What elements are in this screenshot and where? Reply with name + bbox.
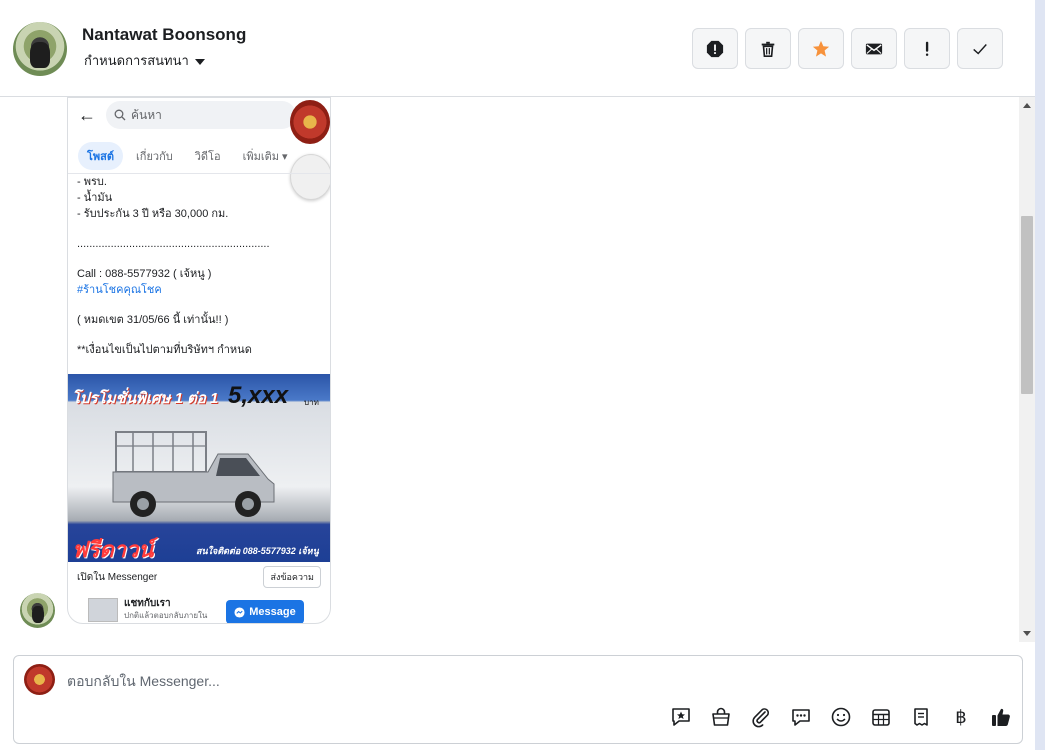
composer-toolbar: ฿ — [670, 706, 1012, 728]
saved-reply-button[interactable] — [670, 706, 692, 728]
sender-avatar — [20, 593, 55, 628]
messenger-icon — [234, 606, 245, 618]
appointment-icon — [872, 709, 890, 726]
pickup-truck-image — [112, 431, 275, 517]
report-button[interactable] — [692, 28, 738, 69]
post-line: Call : 088-5577932 ( เจ้หนู ) — [77, 268, 212, 280]
mark-done-button[interactable] — [957, 28, 1003, 69]
delete-button[interactable] — [745, 28, 791, 69]
emoji-icon — [831, 707, 851, 727]
message-chip: Message — [226, 600, 304, 623]
attach-button[interactable] — [750, 706, 772, 728]
thread-scrollbar[interactable] — [1019, 97, 1035, 642]
chat-with-us-subtitle: ปกติแล้วตอบกลับภายใน — [124, 611, 208, 620]
post-line: **เงื่อนไขเป็นไปตามที่บริษัทฯ กำหนด — [77, 344, 252, 356]
banner-baht: บาท — [304, 398, 319, 407]
like-button[interactable] — [990, 706, 1012, 728]
banner-price: 5,xxx — [228, 382, 289, 409]
message-thread[interactable]: ← ค้นหา โพสต์ เกี่ยวกับ วิดีโอ เพิ่มเติม… — [0, 97, 1035, 642]
post-line: - พรบ. — [77, 176, 107, 188]
message-chip-label: Message — [249, 606, 296, 618]
chat-with-us-row: แชทกับเรา ปกติแล้วตอบกลับภายใน Message — [68, 594, 330, 623]
image-attachment[interactable]: ← ค้นหา โพสต์ เกี่ยวกับ วิดีโอ เพิ่มเติม… — [67, 97, 331, 624]
page-avatar — [24, 664, 55, 695]
envelope-icon — [865, 43, 883, 54]
back-arrow-icon: ← — [78, 105, 96, 125]
mark-unread-button[interactable] — [851, 28, 897, 69]
scrollbar-thumb[interactable] — [1021, 216, 1033, 394]
post-line: - น้ำมัน — [77, 192, 113, 204]
attachment-topbar: ← ค้นหา — [68, 98, 330, 144]
contact-avatar[interactable] — [13, 22, 67, 76]
conversation-header: Nantawat Boonsong กำหนดการสนทนา — [0, 0, 1035, 97]
star-icon — [812, 40, 830, 57]
attachment-tab-more-label: เพิ่มเติม — [242, 150, 279, 163]
report-icon — [706, 40, 724, 57]
chat-bubbles-icon — [792, 709, 810, 726]
shop-button[interactable] — [710, 706, 732, 728]
attachment-post-text: - พรบ. - น้ำมัน - รับประกัน 3 ปี หรือ 30… — [77, 174, 325, 358]
attachment-tab-about: เกี่ยวกับ — [136, 150, 173, 163]
promo-banner-image: โปรโมชั่นพิเศษ 1 ต่อ 1 5,xxx บาท ฟรีดาวน… — [68, 374, 330, 562]
invoice-button[interactable] — [910, 706, 932, 728]
attachment-tabs: โพสต์ เกี่ยวกับ วิดีโอ เพิ่มเติม ▾ — [68, 138, 330, 174]
caret-down-icon — [194, 58, 205, 65]
reply-composer: ฿ — [13, 655, 1023, 744]
scroll-up-arrow-icon[interactable] — [1023, 103, 1031, 108]
invoice-icon — [914, 708, 928, 726]
shop-bag-icon — [712, 707, 730, 726]
attachment-search-bar: ค้นหา — [106, 101, 296, 129]
payment-button[interactable]: ฿ — [950, 706, 972, 728]
saved-reply-icon — [672, 708, 690, 726]
banner-free-down: ฟรีดาวน์ — [72, 537, 154, 562]
emoji-button[interactable] — [830, 706, 852, 728]
post-hashtag: #ร้านโชคคุณโชค — [77, 284, 162, 296]
attachment-icon — [752, 708, 769, 728]
window-right-edge — [1035, 0, 1045, 750]
quick-replies-button[interactable] — [790, 706, 812, 728]
star-button[interactable] — [798, 28, 844, 69]
attachment-tab-more: เพิ่มเติม ▾ — [242, 150, 288, 163]
conversation-toolbar — [692, 28, 1003, 69]
search-icon — [114, 109, 126, 121]
contact-name[interactable]: Nantawat Boonsong — [82, 25, 246, 45]
open-in-messenger-row: เปิดใน Messenger ส่งข้อความ — [68, 564, 330, 590]
post-line: - รับประกัน 3 ปี หรือ 30,000 กม. — [77, 208, 229, 220]
conversation-status-dropdown[interactable]: กำหนดการสนทนา — [84, 50, 205, 71]
check-icon — [973, 43, 987, 55]
reply-input[interactable] — [67, 670, 667, 692]
post-line: ........................................… — [77, 238, 270, 250]
baht-icon: ฿ — [955, 706, 967, 727]
conversation-status-label: กำหนดการสนทนา — [84, 53, 189, 68]
exclamation-icon — [925, 41, 929, 56]
follow-up-button[interactable] — [904, 28, 950, 69]
appointment-button[interactable] — [870, 706, 892, 728]
send-message-chip: ส่งข้อความ — [263, 566, 321, 588]
attachment-tab-posts: โพสต์ — [78, 141, 124, 170]
chat-thumbnail — [88, 598, 118, 622]
open-in-messenger-label: เปิดใน Messenger — [77, 571, 158, 583]
post-line: ( หมดเขต 31/05/66 นี้ เท่านั้น!! ) — [77, 314, 229, 326]
attachment-tab-videos: วิดีโอ — [194, 150, 221, 163]
trash-icon — [761, 41, 775, 57]
thumbs-up-icon — [992, 708, 1010, 726]
banner-promo-text: โปรโมชั่นพิเศษ 1 ต่อ 1 — [72, 390, 219, 407]
scroll-down-arrow-icon[interactable] — [1023, 631, 1031, 636]
attachment-search-placeholder: ค้นหา — [131, 107, 162, 122]
banner-contact: สนใจติดต่อ 088-5577932 เจ้หนู — [196, 546, 319, 556]
